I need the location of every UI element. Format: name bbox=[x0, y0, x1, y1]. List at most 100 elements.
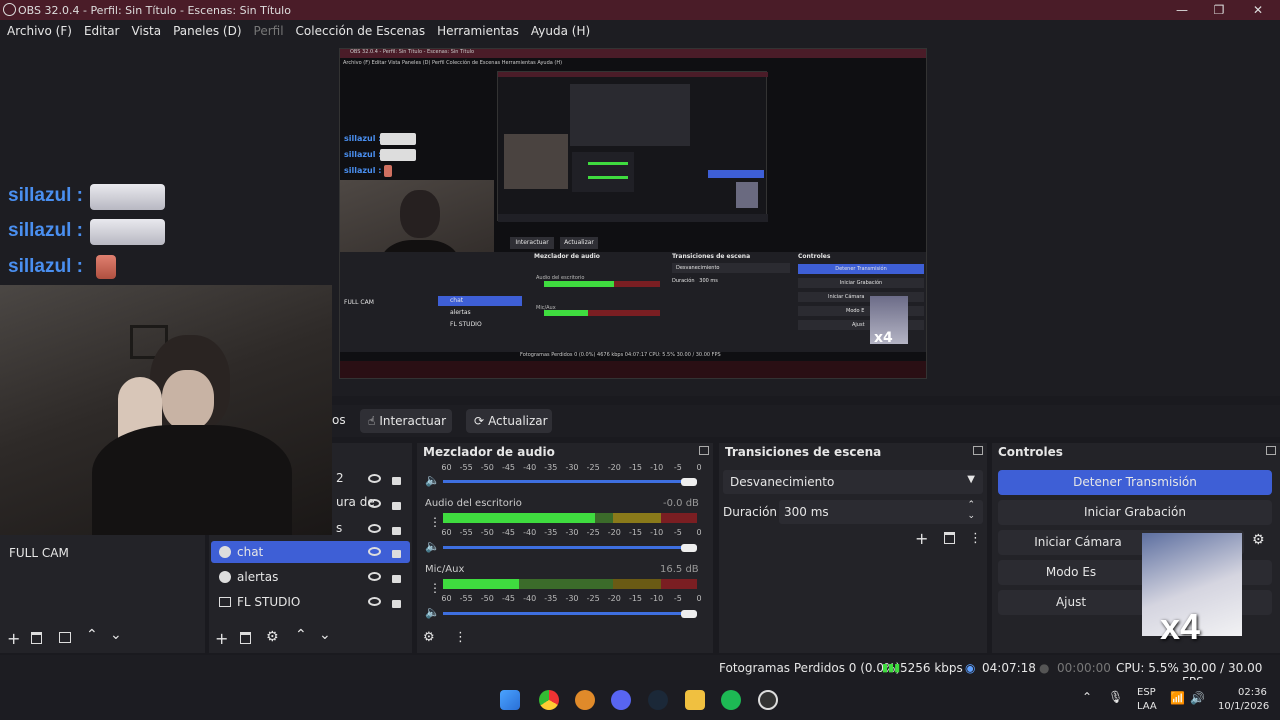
volume-slider-knob[interactable] bbox=[681, 478, 697, 486]
start-windows-icon[interactable] bbox=[500, 690, 520, 710]
clock-date[interactable]: 10/1/2026 bbox=[1218, 701, 1269, 712]
nested-chat-3: sillazul : bbox=[344, 166, 382, 175]
clock-time[interactable]: 02:36 bbox=[1238, 687, 1267, 698]
spotify-icon[interactable] bbox=[721, 690, 741, 710]
add-source-button[interactable]: + bbox=[215, 629, 228, 648]
move-scene-down-button[interactable]: ⌄ bbox=[110, 627, 122, 643]
volume-slider-desktop[interactable] bbox=[443, 546, 697, 549]
visibility-eye-icon[interactable] bbox=[368, 572, 381, 581]
microphone-icon[interactable]: 🎙 bbox=[1108, 690, 1123, 704]
lock-icon[interactable] bbox=[392, 600, 401, 608]
keyboard-layout[interactable]: LAA bbox=[1137, 701, 1157, 712]
channel-menu-icon[interactable]: ⋮ bbox=[429, 581, 441, 595]
source-item-alertas[interactable]: alertas bbox=[211, 566, 410, 588]
steam-icon[interactable] bbox=[648, 690, 668, 710]
minimize-button[interactable]: — bbox=[1172, 2, 1192, 18]
mixer-scale-label: -20 bbox=[608, 463, 621, 472]
channel-menu-icon[interactable]: ⋮ bbox=[429, 515, 441, 529]
menu-bar: Archivo (F) Editar Vista Paneles (D) Per… bbox=[0, 20, 1280, 42]
mixer-scale-label: -30 bbox=[565, 528, 578, 537]
menu-vista[interactable]: Vista bbox=[131, 24, 161, 38]
menu-herramientas[interactable]: Herramientas bbox=[437, 24, 519, 38]
volume-slider-0[interactable] bbox=[443, 480, 697, 483]
source-item-fl-studio[interactable]: FL STUDIO bbox=[211, 591, 410, 613]
visibility-eye-icon[interactable] bbox=[368, 597, 381, 606]
advanced-audio-gear-icon[interactable]: ⚙ bbox=[423, 630, 435, 645]
fl-studio-icon[interactable] bbox=[575, 690, 595, 710]
visibility-eye-icon[interactable] bbox=[368, 499, 381, 508]
remove-source-button[interactable] bbox=[240, 632, 251, 644]
menu-editar[interactable]: Editar bbox=[84, 24, 120, 38]
menu-ayuda[interactable]: Ayuda (H) bbox=[531, 24, 590, 38]
move-scene-up-button[interactable]: ⌃ bbox=[86, 627, 98, 643]
nested-trans-title: Transiciones de escena bbox=[672, 253, 751, 260]
float-dock-icon[interactable] bbox=[699, 446, 709, 455]
visibility-eye-icon[interactable] bbox=[368, 524, 381, 533]
browser-source-icon bbox=[219, 546, 231, 558]
obs-icon[interactable] bbox=[758, 690, 778, 710]
volume-icon[interactable]: 🔈 bbox=[425, 539, 440, 553]
nested-btn-rec: Iniciar Grabación bbox=[798, 278, 924, 288]
close-button[interactable]: ✕ bbox=[1248, 2, 1268, 18]
volume-slider-knob[interactable] bbox=[681, 544, 697, 552]
deeper-preview-box bbox=[570, 84, 690, 146]
interact-button[interactable]: ☝ Interactuar bbox=[360, 409, 452, 433]
menu-paneles[interactable]: Paneles (D) bbox=[173, 24, 241, 38]
lock-icon[interactable] bbox=[392, 527, 401, 535]
move-source-up-button[interactable]: ⌃ bbox=[295, 627, 307, 643]
source-name: chat bbox=[237, 545, 264, 559]
toolbar-partial-label: os bbox=[332, 413, 346, 427]
wifi-icon[interactable]: 📶 bbox=[1170, 691, 1185, 705]
move-source-down-button[interactable]: ⌄ bbox=[319, 627, 331, 643]
refresh-button[interactable]: ⟳ Actualizar bbox=[466, 409, 552, 433]
mixer-scale-label: -25 bbox=[587, 594, 600, 603]
volume-icon[interactable]: 🔈 bbox=[425, 605, 440, 619]
file-explorer-icon[interactable] bbox=[685, 690, 705, 710]
remove-scene-button[interactable] bbox=[31, 632, 42, 644]
mixer-menu-icon[interactable]: ⋮ bbox=[454, 630, 467, 645]
volume-icon[interactable]: 🔈 bbox=[425, 473, 440, 487]
maximize-button[interactable]: ❐ bbox=[1209, 2, 1229, 18]
duration-field[interactable]: 300 ms ⌃ ⌄ bbox=[779, 500, 983, 524]
add-scene-button[interactable]: + bbox=[7, 629, 20, 648]
menu-coleccion-escenas[interactable]: Colección de Escenas bbox=[296, 24, 426, 38]
discord-icon[interactable] bbox=[611, 690, 631, 710]
channel-db-mic: 16.5 dB bbox=[660, 564, 699, 575]
source-properties-gear-icon[interactable]: ⚙ bbox=[266, 629, 279, 645]
lock-icon[interactable] bbox=[392, 502, 401, 510]
add-transition-button[interactable]: + bbox=[915, 529, 928, 548]
menu-archivo[interactable]: Archivo (F) bbox=[7, 24, 72, 38]
float-dock-icon[interactable] bbox=[973, 446, 983, 455]
stream-time: 04:07:18 bbox=[982, 661, 1036, 675]
lock-icon[interactable] bbox=[392, 550, 401, 558]
stepper-down-icon[interactable]: ⌄ bbox=[967, 511, 975, 521]
mixer-scale-label: 0 bbox=[696, 594, 701, 603]
menu-perfil[interactable]: Perfil bbox=[254, 24, 284, 38]
scene-filters-button[interactable] bbox=[59, 632, 71, 643]
transition-select[interactable]: Desvanecimiento ▼ bbox=[723, 470, 983, 494]
lock-icon[interactable] bbox=[392, 575, 401, 583]
source-item-chat[interactable]: chat bbox=[211, 541, 410, 563]
float-dock-icon[interactable] bbox=[1266, 446, 1276, 455]
remove-transition-button[interactable] bbox=[944, 532, 955, 544]
visibility-eye-icon[interactable] bbox=[368, 474, 381, 483]
nested-trans-select: Desvanecimiento bbox=[672, 263, 790, 273]
stop-streaming-button[interactable]: Detener Transmisión bbox=[998, 470, 1272, 495]
tray-chevron-up-icon[interactable]: ⌃ bbox=[1082, 690, 1092, 704]
visibility-eye-icon[interactable] bbox=[368, 547, 381, 556]
lock-icon[interactable] bbox=[392, 477, 401, 485]
language-code[interactable]: ESP bbox=[1137, 687, 1156, 698]
scene-item-full-cam[interactable]: FULL CAM bbox=[0, 543, 205, 565]
virtual-camera-gear-icon[interactable]: ⚙ bbox=[1252, 532, 1265, 548]
level-meter-desktop bbox=[443, 513, 697, 523]
chat-emote-3 bbox=[96, 255, 116, 279]
start-recording-button[interactable]: Iniciar Grabación bbox=[998, 500, 1272, 525]
volume-slider-mic[interactable] bbox=[443, 612, 697, 615]
chrome-icon[interactable] bbox=[539, 690, 559, 710]
volume-slider-knob[interactable] bbox=[681, 610, 697, 618]
speaker-icon[interactable]: 🔊 bbox=[1190, 691, 1205, 705]
source-name: FL STUDIO bbox=[237, 595, 301, 609]
transition-menu-icon[interactable]: ⋮ bbox=[969, 531, 982, 546]
stepper-up-icon[interactable]: ⌃ bbox=[967, 500, 975, 510]
transitions-title: Transiciones de escena bbox=[725, 445, 882, 459]
